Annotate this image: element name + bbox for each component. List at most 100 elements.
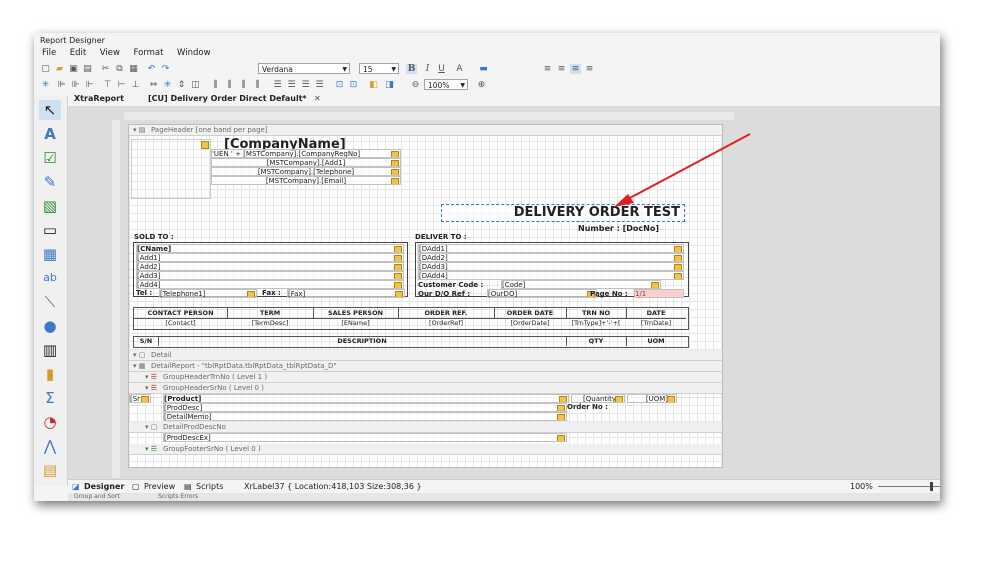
email-field[interactable]: [MSTCompany].[Email] xyxy=(211,176,401,185)
band-detail-prod[interactable]: ▾ ▢ DetailProdDescNo xyxy=(129,422,722,433)
deliver-add4-field[interactable]: [DAdd4] xyxy=(418,271,684,280)
tab-preview[interactable]: Preview xyxy=(144,480,175,494)
close-tab-icon[interactable]: ✕ xyxy=(314,94,321,103)
sr-field[interactable]: [Sr xyxy=(129,394,151,403)
prod-desc-field[interactable]: [ProdDesc] xyxy=(163,403,567,412)
v-spacing-icon[interactable]: ☰ xyxy=(272,80,283,90)
term-field[interactable]: [TermDesc] xyxy=(227,318,313,328)
sold-add4-field[interactable]: [Add4] xyxy=(136,280,404,289)
line-tool-icon[interactable]: ⟍ xyxy=(39,292,61,312)
zoom-in-icon[interactable]: ⊕ xyxy=(476,80,487,90)
order-ref-field[interactable]: [OrderRef] xyxy=(398,318,494,328)
page-no-label[interactable]: Page No : xyxy=(590,290,628,298)
undo-icon[interactable]: ↶ xyxy=(146,64,157,74)
subreport-tool-icon[interactable]: ▤ xyxy=(39,460,61,480)
h-remove-icon[interactable]: ⫼ xyxy=(252,80,263,90)
address-field[interactable]: [MSTCompany].[Add1] xyxy=(211,158,401,167)
scripts-errors-tab[interactable]: Scripts Errors xyxy=(158,493,198,500)
group-sort-tab[interactable]: Group and Sort xyxy=(74,493,120,500)
redo-icon[interactable]: ↷ xyxy=(160,64,171,74)
tab-scripts[interactable]: Scripts xyxy=(196,480,223,494)
center-vertically-icon[interactable]: ⊡ xyxy=(348,80,359,90)
italic-icon[interactable]: I xyxy=(422,64,433,74)
contact-field[interactable]: [Contact] xyxy=(134,318,227,328)
summary-tool-icon[interactable]: Σ xyxy=(39,388,61,408)
menu-edit[interactable]: Edit xyxy=(70,48,86,58)
font-size-select[interactable]: 15 ▼ xyxy=(359,63,399,74)
chart-tool-icon[interactable]: ▮ xyxy=(39,364,61,384)
header-term[interactable]: TERM xyxy=(227,308,314,318)
do-ref-field[interactable]: [OurDO] xyxy=(487,289,597,298)
checkbox-tool-icon[interactable]: ☑ xyxy=(39,148,61,168)
char-comb-tool-icon[interactable]: ab xyxy=(39,268,61,288)
align-rights-icon[interactable]: ⊩ xyxy=(84,80,95,90)
deliver-add3-field[interactable]: [DAdd3] xyxy=(418,262,684,271)
align-right-icon[interactable]: ≡ xyxy=(570,64,581,74)
panel-tool-icon[interactable]: ▭ xyxy=(39,220,61,240)
header-order-ref[interactable]: ORDER REF. xyxy=(398,308,495,318)
picture-tool-icon[interactable]: ▧ xyxy=(39,196,61,216)
center-horizontally-icon[interactable]: ⊡ xyxy=(334,80,345,90)
header-sales-person[interactable]: SALES PERSON xyxy=(313,308,399,318)
size-to-grid-icon[interactable]: ✳ xyxy=(162,80,173,90)
tab-delivery-order[interactable]: [CU] Delivery Order Direct Default* xyxy=(148,94,307,103)
tab-designer[interactable]: Designer xyxy=(84,480,124,494)
tel-field[interactable]: [Telephone1] xyxy=(159,289,257,298)
zoom-slider-thumb[interactable] xyxy=(930,482,933,491)
align-middles-icon[interactable]: ⊢ xyxy=(116,80,127,90)
same-height-icon[interactable]: ⇕ xyxy=(176,80,187,90)
sold-add2-field[interactable]: [Add2] xyxy=(136,262,404,271)
header-contact-person[interactable]: CONTACT PERSON xyxy=(134,308,228,318)
uom-field[interactable]: [UOM] xyxy=(627,394,677,403)
shape-tool-icon[interactable]: ● xyxy=(39,316,61,336)
deliver-add2-field[interactable]: [DAdd2] xyxy=(418,253,684,262)
quantity-field[interactable]: [Quantity xyxy=(571,394,625,403)
product-field[interactable]: [Product] xyxy=(163,394,569,403)
back-color-icon[interactable]: ▬ xyxy=(478,64,489,74)
h-increase-icon[interactable]: ⫼ xyxy=(224,80,235,90)
telephone-field[interactable]: [MSTCompany].[Telephone] xyxy=(211,167,401,176)
copy-icon[interactable]: ⧉ xyxy=(114,64,125,74)
font-color-icon[interactable]: A xyxy=(454,64,465,74)
sold-add1-field[interactable]: [Add1] xyxy=(136,253,404,262)
menu-view[interactable]: View xyxy=(100,48,120,58)
align-lefts-icon[interactable]: ⊫ xyxy=(56,80,67,90)
pointer-tool-icon[interactable]: ↖ xyxy=(39,100,61,120)
align-to-grid-icon[interactable]: ✳ xyxy=(40,80,51,90)
trn-no-field[interactable]: [TrnType]+'-'+[ xyxy=(566,318,626,328)
font-select[interactable]: Verdana ▼ xyxy=(258,63,350,74)
save-icon[interactable]: ▣ xyxy=(68,64,79,74)
band-group-footer-sr[interactable]: ▾ ☰ GroupFooterSrNo ( Level 0 ) xyxy=(129,444,722,455)
fax-field[interactable]: [Fax] xyxy=(287,289,405,298)
header-date[interactable]: DATE xyxy=(626,308,686,318)
v-increase-icon[interactable]: ☰ xyxy=(286,80,297,90)
tel-label[interactable]: Tel : xyxy=(136,289,152,297)
order-no-label[interactable]: Order No : xyxy=(567,403,608,411)
fax-label[interactable]: Fax : xyxy=(262,289,281,297)
detail-memo-field[interactable]: [DetailMemo] xyxy=(163,412,567,421)
header-sn[interactable]: S/N xyxy=(134,336,159,346)
tab-xtrareport[interactable]: XtraReport xyxy=(74,94,124,103)
open-folder-icon[interactable]: ▰ xyxy=(54,64,65,74)
menu-file[interactable]: File xyxy=(42,48,56,58)
customer-code-label[interactable]: Customer Code : xyxy=(418,281,483,289)
doc-number-field[interactable]: Number : [DocNo] xyxy=(578,224,659,233)
order-date-field[interactable]: [OrderDate] xyxy=(494,318,566,328)
bold-icon[interactable]: B xyxy=(406,64,417,74)
band-group-header-trn[interactable]: ▾ ☰ GroupHeaderTrnNo ( Level 1 ) xyxy=(129,372,722,383)
v-remove-icon[interactable]: ☰ xyxy=(314,80,325,90)
bring-front-icon[interactable]: ◧ xyxy=(368,80,379,90)
customer-name-field[interactable]: [CName] xyxy=(136,244,404,253)
band-page-header[interactable]: ▾ ▤ PageHeader [one band per page] xyxy=(129,125,722,136)
customer-code-field[interactable]: [Code] xyxy=(501,280,661,289)
align-left-icon[interactable]: ≡ xyxy=(542,64,553,74)
menu-window[interactable]: Window xyxy=(177,48,211,58)
page-no-field[interactable]: 1/1 xyxy=(634,289,684,298)
deliver-add1-field[interactable]: [DAdd1] xyxy=(418,244,684,253)
sparkline-tool-icon[interactable]: ⋀ xyxy=(39,436,61,456)
trn-date-field[interactable]: [TrnDate] xyxy=(626,318,686,328)
v-decrease-icon[interactable]: ☰ xyxy=(300,80,311,90)
justify-icon[interactable]: ≡ xyxy=(584,64,595,74)
new-icon[interactable]: ▢ xyxy=(40,64,51,74)
label-tool-icon[interactable]: A xyxy=(39,124,61,144)
